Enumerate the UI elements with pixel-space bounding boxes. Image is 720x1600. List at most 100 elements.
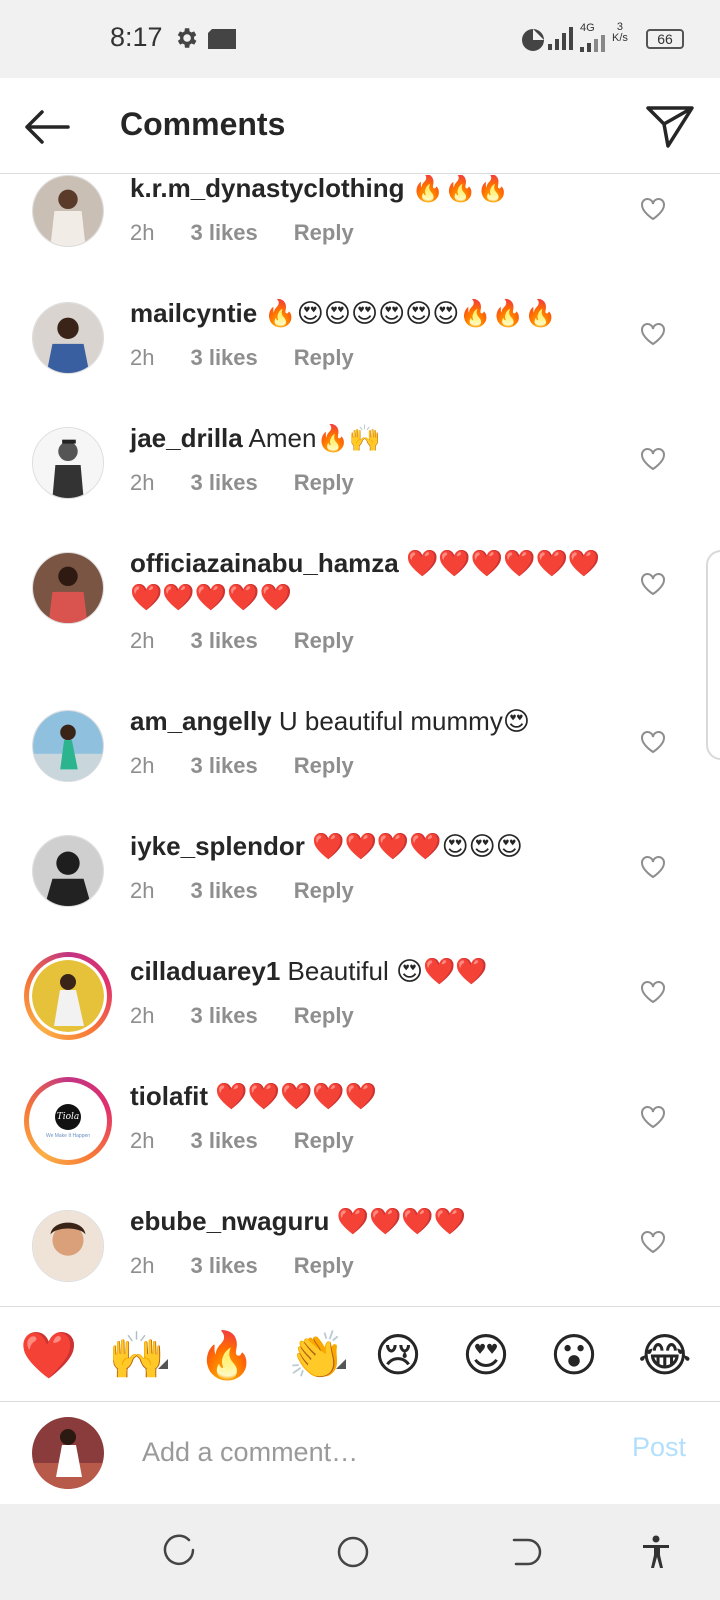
- like-heart-icon[interactable]: [640, 1105, 666, 1129]
- header: Comments: [0, 78, 720, 174]
- comment-username[interactable]: officiazainabu_hamza: [130, 548, 399, 578]
- comment-body: 🔥😍😍😍😍😍😍🔥🔥🔥: [257, 298, 557, 328]
- comment-likes[interactable]: 3 likes: [190, 345, 257, 370]
- avatar[interactable]: [32, 710, 104, 782]
- avatar-with-story[interactable]: [24, 952, 112, 1040]
- comment-text: am_angelly U beautiful mummy😍: [130, 704, 630, 738]
- reaction-heart[interactable]: ❤️: [20, 1329, 77, 1381]
- comment-username[interactable]: ebube_nwaguru: [130, 1206, 329, 1236]
- system-navigation-bar: [0, 1504, 720, 1600]
- comment-likes[interactable]: 3 likes: [190, 628, 257, 653]
- comment-likes[interactable]: 3 likes: [190, 220, 257, 245]
- settings-gear-icon: [177, 28, 197, 48]
- comment-username[interactable]: tiolafit: [130, 1081, 208, 1111]
- reaction-crying[interactable]: 😢: [374, 1329, 422, 1381]
- reaction-clap[interactable]: 👏: [288, 1329, 345, 1381]
- comment-item: mailcyntie 🔥😍😍😍😍😍😍🔥🔥🔥 2h 3 likes Reply: [0, 298, 720, 425]
- avatar[interactable]: [32, 835, 104, 907]
- like-heart-icon[interactable]: [640, 730, 666, 754]
- recent-apps-icon[interactable]: [163, 1534, 199, 1570]
- reaction-laughing[interactable]: 😂: [638, 1329, 692, 1381]
- comment-likes[interactable]: 3 likes: [190, 1128, 257, 1153]
- accessibility-icon[interactable]: [638, 1534, 674, 1570]
- comment-meta: 2h 3 likes Reply: [130, 1003, 390, 1029]
- direct-send-icon[interactable]: [644, 100, 696, 152]
- status-bar: 8:17 4G 3 K/s 66: [0, 0, 720, 78]
- side-panel-handle[interactable]: [706, 550, 720, 760]
- comment-body: Amen🔥🙌: [242, 423, 382, 453]
- comment-likes[interactable]: 3 likes: [190, 753, 257, 778]
- variant-indicator-icon: [158, 1359, 168, 1369]
- reply-button[interactable]: Reply: [294, 345, 354, 370]
- signal-2-icon: [580, 35, 605, 52]
- reaction-fire[interactable]: 🔥: [198, 1329, 255, 1381]
- like-heart-icon[interactable]: [640, 447, 666, 471]
- brand-logo: Tiola: [55, 1103, 81, 1130]
- comment-meta: 2h 3 likes Reply: [130, 628, 390, 654]
- avatar[interactable]: [32, 175, 104, 247]
- like-heart-icon[interactable]: [640, 197, 666, 221]
- network-type: 4G: [580, 22, 595, 34]
- home-icon[interactable]: [335, 1534, 371, 1570]
- comment-body: ❤️❤️❤️❤️😍😍😍: [304, 831, 523, 861]
- like-heart-icon[interactable]: [640, 322, 666, 346]
- comment-meta: 2h 3 likes Reply: [130, 470, 390, 496]
- comment-likes[interactable]: 3 likes: [190, 1253, 257, 1278]
- comment-text: tiolafit ❤️❤️❤️❤️❤️: [130, 1079, 630, 1113]
- comment-meta: 2h 3 likes Reply: [130, 220, 390, 246]
- comment-username[interactable]: jae_drilla: [130, 423, 243, 453]
- back-nav-icon[interactable]: [508, 1534, 544, 1570]
- reply-button[interactable]: Reply: [294, 470, 354, 495]
- reply-button[interactable]: Reply: [294, 1128, 354, 1153]
- reply-button[interactable]: Reply: [294, 220, 354, 245]
- comment-meta: 2h 3 likes Reply: [130, 753, 390, 779]
- comment-text: iyke_splendor ❤️❤️❤️❤️😍😍😍: [130, 829, 630, 863]
- reply-button[interactable]: Reply: [294, 878, 354, 903]
- back-arrow-icon[interactable]: [22, 102, 72, 152]
- like-heart-icon[interactable]: [640, 980, 666, 1004]
- variant-indicator-icon: [336, 1359, 346, 1369]
- data-saver-icon: [522, 29, 544, 51]
- comment-input[interactable]: [142, 1430, 582, 1474]
- comment-time: 2h: [130, 628, 155, 653]
- comment-body: U beautiful mummy😍: [271, 706, 530, 736]
- comment-item: cilladuarey1 Beautiful 😍❤️❤️ 2h 3 likes Re…: [0, 952, 720, 1083]
- comment-time: 2h: [130, 753, 155, 778]
- avatar[interactable]: [32, 552, 104, 624]
- comment-likes[interactable]: 3 likes: [190, 470, 257, 495]
- comment-username[interactable]: cilladuarey1: [130, 956, 280, 986]
- reaction-heart-eyes[interactable]: 😍: [462, 1329, 510, 1381]
- comment-time: 2h: [130, 345, 155, 370]
- comment-likes[interactable]: 3 likes: [190, 1003, 257, 1028]
- comment-text: ebube_nwaguru ❤️❤️❤️❤️: [130, 1204, 630, 1238]
- reaction-raising-hands[interactable]: 🙌: [108, 1329, 165, 1381]
- comment-username[interactable]: mailcyntie: [130, 298, 257, 328]
- comment-username[interactable]: iyke_splendor: [130, 831, 305, 861]
- avatar-with-story[interactable]: Tiola We Make It Happen: [24, 1077, 112, 1165]
- comment-text: officiazainabu_hamza ❤️❤️❤️❤️❤️❤️❤️❤️❤️❤…: [130, 546, 630, 614]
- comment-username[interactable]: am_angelly: [130, 706, 272, 736]
- comment-username[interactable]: k.r.m_dynastyclothing: [130, 175, 405, 203]
- avatar[interactable]: [32, 427, 104, 499]
- reaction-surprised[interactable]: 😮: [550, 1329, 598, 1381]
- avatar[interactable]: [32, 1210, 104, 1282]
- comment-item: am_angelly U beautiful mummy😍 2h 3 likes R…: [0, 706, 720, 833]
- like-heart-icon[interactable]: [640, 572, 666, 596]
- avatar[interactable]: [32, 302, 104, 374]
- sim-card-icon: [208, 29, 236, 49]
- reply-button[interactable]: Reply: [294, 753, 354, 778]
- comment-meta: 2h 3 likes Reply: [130, 345, 390, 371]
- comment-text: k.r.m_dynastyclothing 🔥🔥🔥: [130, 175, 630, 205]
- comments-list[interactable]: k.r.m_dynastyclothing 🔥🔥🔥 2h 3 likes Reply…: [0, 175, 720, 1305]
- reply-button[interactable]: Reply: [294, 1253, 354, 1278]
- reply-button[interactable]: Reply: [294, 1003, 354, 1028]
- comment-likes[interactable]: 3 likes: [190, 878, 257, 903]
- like-heart-icon[interactable]: [640, 855, 666, 879]
- like-heart-icon[interactable]: [640, 1230, 666, 1254]
- comment-composer: Post: [0, 1402, 720, 1504]
- reply-button[interactable]: Reply: [294, 628, 354, 653]
- post-button[interactable]: Post: [632, 1432, 686, 1463]
- page-title: Comments: [120, 106, 286, 142]
- comment-item: officiazainabu_hamza ❤️❤️❤️❤️❤️❤️❤️❤️❤️❤…: [0, 548, 720, 708]
- comment-body: ❤️❤️❤️❤️: [329, 1206, 467, 1236]
